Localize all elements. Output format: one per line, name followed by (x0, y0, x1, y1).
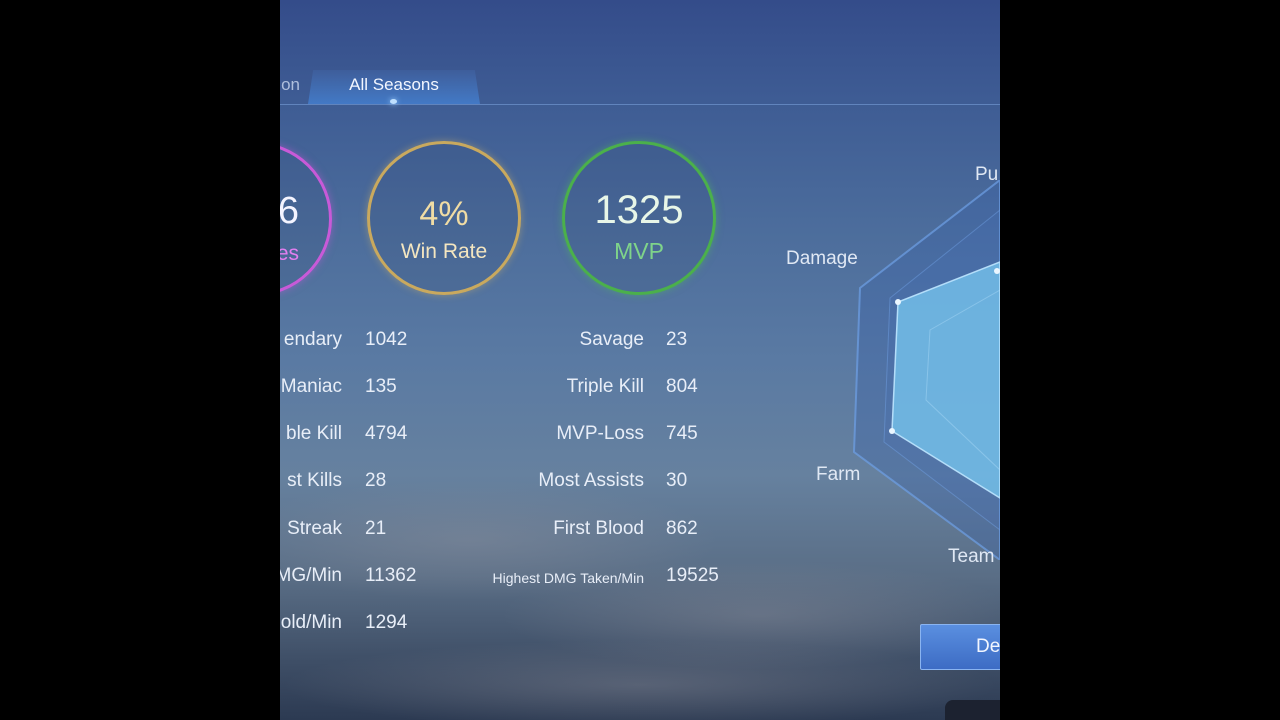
win-rate-ring: 4% Win Rate (367, 141, 521, 295)
stat-value: 1042 (365, 329, 408, 350)
stat-label: Streak (287, 518, 342, 539)
stat-value: 804 (666, 376, 698, 397)
stat-label: old/Min (280, 612, 342, 633)
stat-value: 745 (666, 423, 698, 444)
game-stats-screen: on All Seasons 6 es 4% Win Rate 1325 MVP… (280, 0, 1000, 720)
background-cloud (280, 640, 1000, 720)
stat-label: First Blood (553, 518, 644, 539)
matches-label: es (280, 242, 299, 265)
stat-value: 19525 (666, 565, 719, 586)
stat-value: 1294 (365, 612, 408, 633)
stat-label: endary (283, 329, 342, 350)
radar-label-damage: Damage (786, 248, 858, 269)
letterbox-left (0, 0, 280, 720)
radar-vertex-damage (895, 299, 901, 305)
stat-value: 28 (365, 470, 387, 491)
stat-value: 11362 (365, 565, 417, 586)
stat-label: Most Assists (538, 470, 644, 491)
radar-vertex-farm (889, 428, 895, 434)
stat-label: MVP-Loss (556, 423, 644, 444)
mvp-ring: 1325 MVP (562, 141, 716, 295)
stat-label: Savage (579, 329, 644, 350)
tab-bar-divider (280, 104, 1000, 105)
mvp-label: MVP (614, 238, 664, 264)
radar-label-push: Pu (975, 164, 999, 185)
radar-chart (852, 180, 1000, 560)
stat-label: st Kills (287, 470, 342, 491)
matches-value: 6 (280, 190, 299, 232)
stat-label: ble Kill (286, 423, 342, 444)
stat-label: MG/Min (280, 565, 342, 586)
win-rate-value: 4% (419, 195, 469, 233)
radar-label-farm: Farm (816, 464, 861, 485)
corner-panel (945, 700, 1000, 720)
letterbox-right (1000, 0, 1280, 720)
matches-ring: 6 es (280, 142, 332, 296)
stat-value: 21 (365, 518, 387, 539)
stat-value: 862 (666, 518, 698, 539)
radar-label-teamfight: Team (948, 546, 995, 567)
stat-label: Highest DMG Taken/Min (492, 570, 644, 586)
tab-all-seasons-label: All Seasons (349, 75, 439, 94)
detail-button[interactable]: De (920, 624, 1000, 670)
stat-value: 30 (666, 470, 688, 491)
detail-button-label: De (976, 636, 1000, 657)
stat-value: 4794 (365, 423, 408, 444)
radar-vertex-push (994, 268, 1000, 274)
stat-value: 23 (666, 329, 688, 350)
tab-season[interactable]: on (280, 70, 300, 104)
stat-label: Triple Kill (566, 376, 644, 397)
stat-label: Maniac (280, 376, 342, 397)
tab-season-label: on (281, 75, 300, 94)
mvp-value: 1325 (594, 188, 684, 232)
win-rate-label: Win Rate (400, 240, 488, 263)
active-tab-indicator (390, 99, 397, 104)
stat-value: 135 (365, 376, 397, 397)
